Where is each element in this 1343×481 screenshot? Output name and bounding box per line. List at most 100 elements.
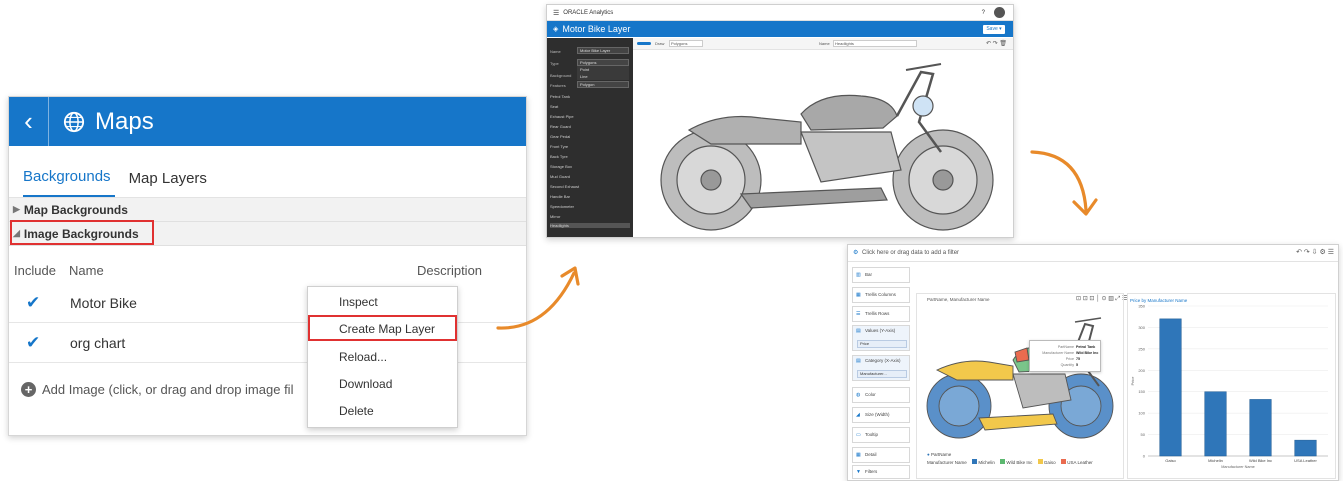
- feature-item[interactable]: Exhaust Pipe: [550, 114, 574, 119]
- bar[interactable]: [1204, 391, 1227, 457]
- drop-target-tooltip[interactable]: ▭ Tooltip: [852, 427, 910, 443]
- features-label: Features: [550, 83, 566, 88]
- toolbar-icons[interactable]: ↶ ↷ ⇩ ⚙ ☰: [1296, 248, 1334, 256]
- avatar[interactable]: [994, 7, 1005, 18]
- data-pill-manufacturer[interactable]: Manufacturer...: [857, 370, 907, 378]
- filter-bar[interactable]: ⚙ Click here or drag data to add a filte…: [848, 245, 1338, 262]
- legend-swatch: [1000, 459, 1006, 464]
- drop-target-values[interactable]: ▤ Values (Y-Axis) Price: [852, 325, 910, 351]
- globe-icon: [63, 111, 85, 132]
- drop-target-trellis-rows[interactable]: ☰ Trellis Rows: [852, 306, 910, 322]
- y-tick-label: 150: [1138, 389, 1145, 394]
- undo-redo-icon[interactable]: ↶ ↷ 🗑: [986, 40, 1007, 47]
- feature-item[interactable]: Storage Box: [550, 164, 572, 169]
- menu-item-reload[interactable]: Reload...: [339, 350, 387, 364]
- tab-map-layers[interactable]: Map Layers: [129, 170, 211, 197]
- feature-item[interactable]: Speedometer: [550, 204, 574, 209]
- draw-label: Draw: [655, 41, 665, 46]
- column-header-description: Description: [417, 263, 483, 278]
- checkmark-icon[interactable]: ✔: [26, 293, 40, 313]
- name-field[interactable]: Motor Bike Layer: [577, 47, 629, 54]
- drop-target-filters[interactable]: ▼ Filters: [852, 465, 910, 479]
- feature-item[interactable]: Rear Guard: [550, 124, 571, 129]
- feature-item[interactable]: Handle Bar: [550, 194, 570, 199]
- save-label: Save: [986, 26, 998, 32]
- layer-canvas[interactable]: [633, 38, 1013, 237]
- tab-backgrounds[interactable]: Backgrounds: [23, 168, 115, 197]
- feature-item[interactable]: Front Tyre: [550, 144, 568, 149]
- feature-item-selected[interactable]: Headlights: [550, 223, 630, 228]
- map-visualization[interactable]: PartName Manufacturer Name Price Quantit…: [916, 293, 1124, 479]
- data-pill-price[interactable]: Price: [857, 340, 907, 348]
- feature-item[interactable]: Mud Guard: [550, 174, 570, 179]
- grammar-label: Trellis Rows: [865, 311, 890, 316]
- draw-toggle[interactable]: [637, 42, 651, 45]
- features-select[interactable]: Polygon: [577, 81, 629, 88]
- back-button[interactable]: ‹: [9, 97, 49, 146]
- chevron-left-icon: ‹: [24, 106, 33, 136]
- type-label: Type: [550, 61, 559, 66]
- rows-icon: ☰: [856, 311, 861, 317]
- type-option-point[interactable]: Point: [577, 66, 629, 73]
- row-name: org chart: [70, 335, 126, 351]
- add-image-link[interactable]: + Add Image (click, or drag and drop ima…: [21, 382, 293, 397]
- grammar-label: Bar: [865, 272, 873, 277]
- menu-item-delete[interactable]: Delete: [339, 404, 374, 418]
- layers-icon: ◈: [553, 26, 559, 33]
- section-map-backgrounds[interactable]: ▶ Map Backgrounds: [9, 198, 526, 222]
- add-image-label: Add Image (click, or drag and drop image…: [42, 382, 294, 397]
- bar-chart-visualization[interactable]: 0 50 100 150 200 250 300 350 Gaiso Michelin Wild B…: [1127, 293, 1336, 479]
- maps-panel: ‹ Maps Backgrounds Map Layers ▶ Map Back…: [8, 96, 527, 436]
- feature-item[interactable]: Gear Pedal: [550, 134, 570, 139]
- tooltip-value: 5: [1076, 363, 1078, 367]
- type-select[interactable]: Polygons: [577, 59, 629, 66]
- draw-mode-select[interactable]: Polygons: [669, 40, 703, 47]
- legend-item[interactable]: Wild Bike Inc: [1006, 460, 1032, 465]
- x-tick-label: USA Leather: [1294, 458, 1317, 463]
- legend-item[interactable]: Michelin: [978, 460, 995, 465]
- grammar-label: Trellis Columns: [865, 292, 896, 297]
- x-tick-label: Michelin: [1208, 458, 1223, 463]
- drop-target-color[interactable]: ◍ Color: [852, 387, 910, 403]
- section-label: Map Backgrounds: [23, 202, 128, 217]
- save-button[interactable]: Save ▾: [983, 25, 1005, 34]
- feature-item[interactable]: Seat: [550, 104, 558, 109]
- menu-item-download[interactable]: Download: [339, 377, 392, 391]
- bar[interactable]: [1249, 399, 1272, 457]
- context-menu: Inspect Create Map Layer Reload... Downl…: [307, 286, 458, 428]
- drop-target-trellis-columns[interactable]: ▦ Trellis Columns: [852, 287, 910, 303]
- filter-icon: ⚙: [853, 250, 859, 256]
- menu-item-inspect[interactable]: Inspect: [339, 295, 378, 309]
- checkmark-icon[interactable]: ✔: [26, 333, 40, 353]
- drop-target-category[interactable]: ▤ Category (X-Axis) Manufacturer...: [852, 355, 910, 381]
- viz-type-select[interactable]: ▥ Bar: [852, 267, 910, 283]
- layer-title: Motor Bike Layer: [562, 24, 631, 34]
- hamburger-icon[interactable]: ☰: [553, 9, 559, 17]
- feature-item[interactable]: Petrol Tank: [550, 94, 570, 99]
- filter-icon: ▼: [856, 469, 861, 475]
- app-name: ORACLE Analytics: [563, 9, 614, 16]
- type-option-line[interactable]: Line: [577, 73, 629, 80]
- shape-name-field[interactable]: Headlights: [833, 40, 917, 47]
- grammar-label: Category (X-Axis): [865, 358, 901, 363]
- y-tick-label: 250: [1138, 346, 1145, 351]
- bar[interactable]: [1159, 318, 1182, 457]
- legend-title: PartName: [930, 452, 952, 457]
- legend-item[interactable]: Gaiso: [1044, 460, 1056, 465]
- grammar-label: Tooltip: [865, 432, 879, 437]
- feature-item[interactable]: Second Exhaust: [550, 184, 579, 189]
- feature-item[interactable]: Back Tyre: [550, 154, 568, 159]
- bar[interactable]: [1294, 439, 1317, 457]
- help-icon[interactable]: ?: [982, 10, 985, 16]
- name-label: Name: [550, 49, 561, 54]
- legend-item[interactable]: USA Leather: [1067, 460, 1093, 465]
- x-tick-label: Wild Bike Inc: [1249, 458, 1272, 463]
- layer-title-bar: ◈ Motor Bike Layer: [547, 21, 1013, 37]
- drop-target-size[interactable]: ◢ Size (Width): [852, 407, 910, 423]
- legend-swatch: [1037, 459, 1043, 464]
- page-title: Maps: [95, 107, 154, 135]
- drop-target-detail[interactable]: ▦ Detail: [852, 447, 910, 463]
- tooltip-key: Quantity: [1060, 363, 1074, 367]
- arrow-icon: [1030, 150, 1098, 216]
- feature-item[interactable]: Mirror: [550, 214, 560, 219]
